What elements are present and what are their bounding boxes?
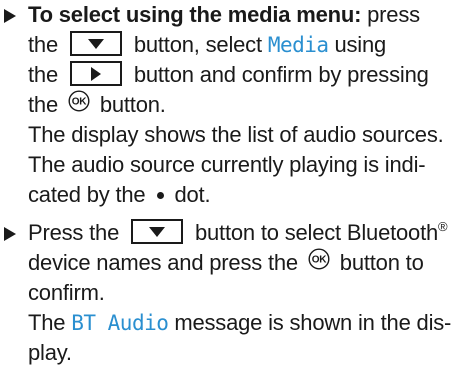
step-1-line-3: the button and confirm by pressing [28,60,470,90]
instruction-step-1: To select using the media menu: press th… [0,0,470,210]
ok-button-icon: OK [308,248,330,270]
step-1-line-7: cated by the dot. [28,180,470,210]
step-2-line-4-prefix: The [28,310,66,335]
display-text-media: Media [267,33,329,57]
triangle-right-bullet-icon [4,227,16,241]
step-1-line-2-suffix: using [334,32,387,57]
step-1-heading: To select using the media menu: [28,2,362,27]
triangle-right-bullet-icon [4,9,16,23]
svg-text:OK: OK [312,255,328,266]
step-1-line-7-suffix: dot. [174,182,211,207]
instruction-document: To select using the media menu: press th… [0,0,470,368]
step-2-line-1-suffix: button to select Bluetooth [189,220,439,245]
instruction-step-2: Press the button to select Bluetooth® de… [0,218,470,368]
registered-mark: ® [438,219,448,234]
step-2-line-5: play. [28,340,72,365]
step-2-line-2: device names and press the OK button to [28,248,470,278]
step-1-line-1-text: press [361,2,420,27]
step-1-line-3-prefix: the [28,62,64,87]
step-2-line-4: The BT Audio message is shown in the dis… [28,308,470,338]
step-2-line-3: confirm. [28,280,105,305]
step-1-line-6: The audio source currently playing is in… [28,152,426,177]
dot-icon [157,192,165,199]
step-1-line-5: The display shows the list of audio sour… [28,122,444,147]
ok-button-icon: OK [68,90,90,112]
step-2-line-4-suffix: message is shown in the dis- [174,310,452,335]
step-1-line-2: the button, select Media using [28,30,470,60]
step-2-line-1: Press the button to select Bluetooth® [28,218,470,248]
step-1-line-1: To select using the media menu: press [28,0,470,30]
svg-text:OK: OK [72,97,88,108]
step-1-line-4-prefix: the [28,92,64,117]
step-2-line-2-prefix: device names and press the [28,250,304,275]
arrow-right-button-icon [69,61,122,86]
step-1-line-7-prefix: cated by the [28,182,146,207]
arrow-down-button-icon [131,219,184,244]
step-2-line-2-suffix: button to [333,250,424,275]
step-1-line-4-suffix: button. [93,92,166,117]
display-text-bt-audio: BT Audio [71,311,169,335]
arrow-down-button-icon [69,31,122,56]
step-1-line-2-middle: button, select [127,32,262,57]
step-1-line-3-suffix: button and confirm by pressing [127,62,429,87]
step-1-line-4: the OK button. [28,90,470,120]
step-2-line-1-prefix: Press the [28,220,126,245]
step-1-line-2-prefix: the [28,32,64,57]
